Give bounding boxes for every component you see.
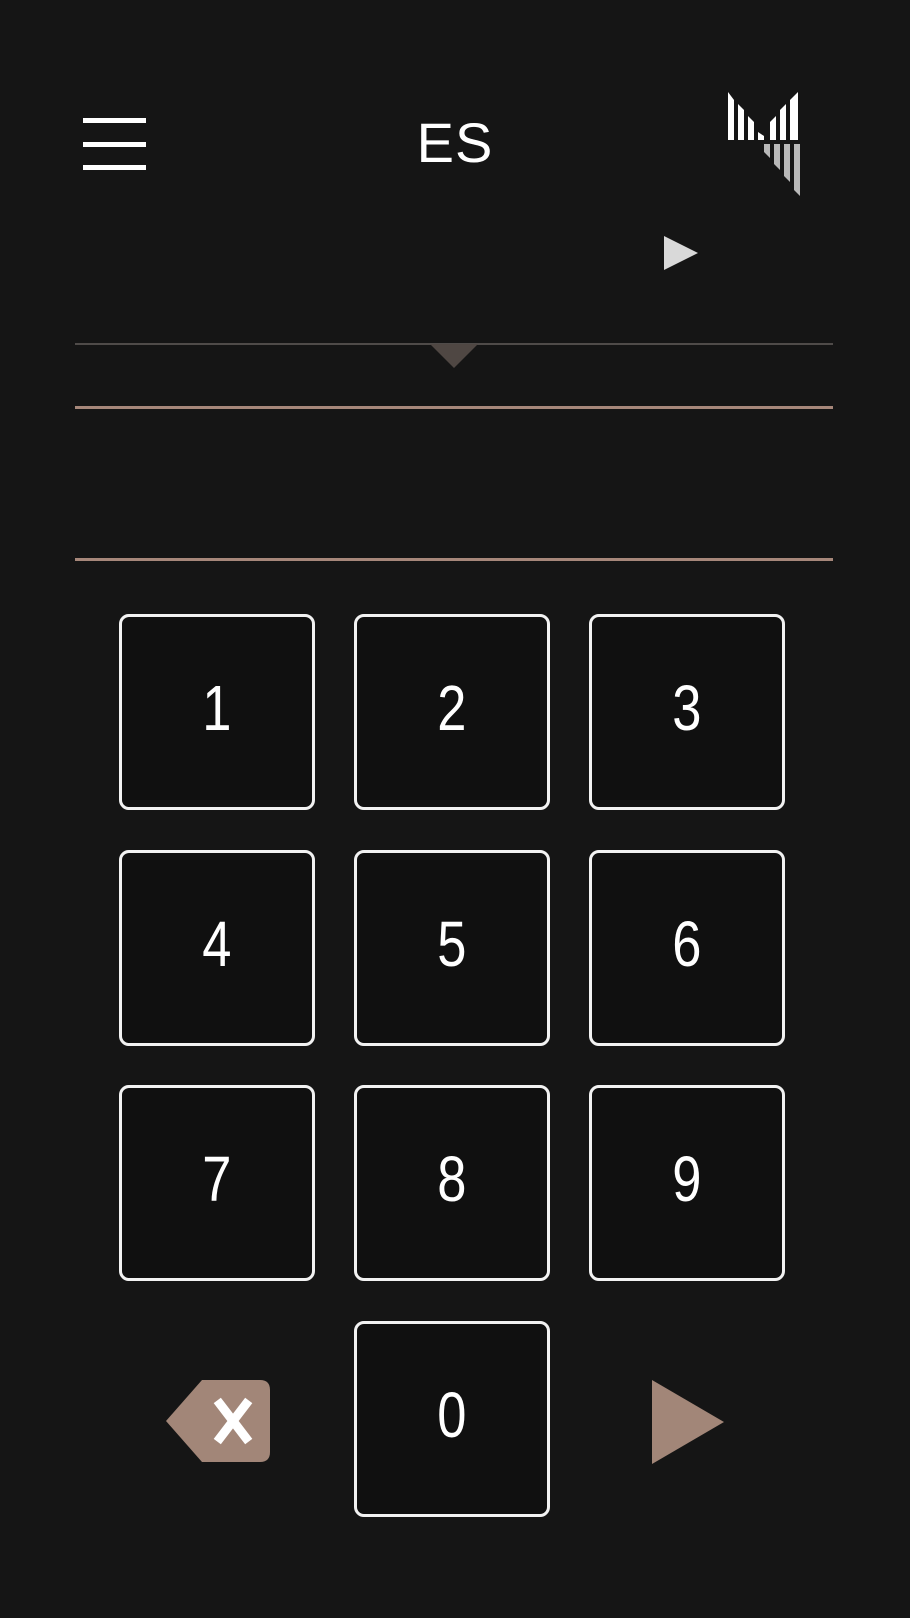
key-9[interactable]: 9 [589,1085,785,1281]
dropdown-notch-icon [430,344,478,370]
key-2[interactable]: 2 [354,614,550,810]
key-label: 3 [672,672,702,744]
key-4[interactable]: 4 [119,850,315,1046]
pin-field-bottom-border [75,558,833,561]
key-6[interactable]: 6 [589,850,785,1046]
submit-arrow-icon[interactable] [652,1380,726,1464]
backspace-icon[interactable] [166,1380,270,1462]
key-label: 0 [437,1379,467,1451]
key-0[interactable]: 0 [354,1321,550,1517]
key-1[interactable]: 1 [119,614,315,810]
key-8[interactable]: 8 [354,1085,550,1281]
pin-input[interactable] [75,409,837,560]
key-label: 8 [437,1143,467,1215]
key-label: 4 [202,908,232,980]
key-label: 5 [437,908,467,980]
key-label: 6 [672,908,702,980]
key-label: 1 [202,672,232,744]
key-3[interactable]: 3 [589,614,785,810]
key-label: 2 [437,672,467,744]
hamburger-menu-icon[interactable] [83,118,146,170]
key-label: 9 [672,1143,702,1215]
key-7[interactable]: 7 [119,1085,315,1281]
key-label: 7 [202,1143,232,1215]
brand-logo-icon [728,92,800,196]
play-icon[interactable] [664,236,700,270]
key-5[interactable]: 5 [354,850,550,1046]
language-selector[interactable]: ES [405,108,505,178]
